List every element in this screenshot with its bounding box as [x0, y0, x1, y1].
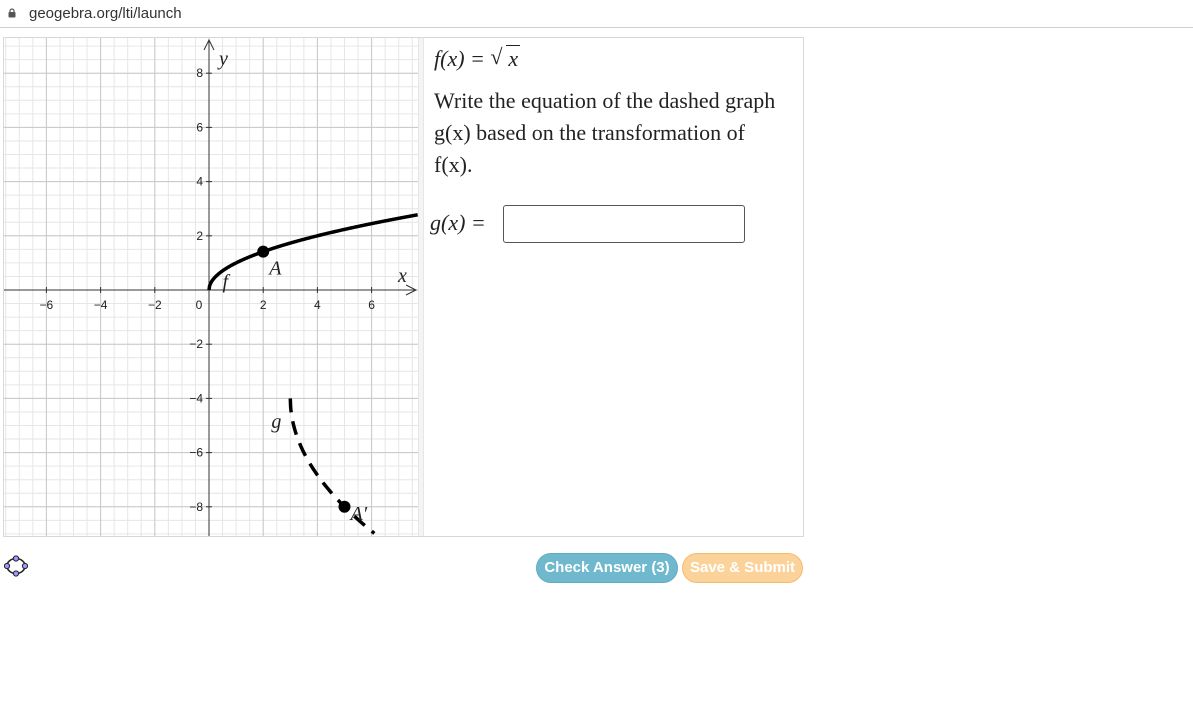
curve-f — [207, 213, 418, 291]
point-a-label: A — [267, 258, 282, 280]
browser-url-bar[interactable]: geogebra.org/lti/launch — [0, 0, 1193, 28]
g-lhs-text: g(x) = — [430, 210, 486, 235]
check-answer-button[interactable]: Check Answer (3) — [536, 553, 678, 583]
question-prompt: Write the equation of the dashed graph g… — [434, 88, 776, 177]
y-tick-label: 8 — [196, 66, 203, 80]
y-tick-label: −4 — [189, 391, 203, 405]
radical-sign: √ — [490, 44, 503, 69]
x-tick-label: 4 — [314, 298, 321, 312]
g-lhs: g(x) = — [430, 210, 486, 236]
point-a-prime — [338, 500, 351, 513]
x-tick-label: 2 — [260, 298, 267, 312]
geogebra-applet: −6 −4 −2 0 2 4 6 8 6 4 2 −2 −4 −6 −8 x y A A′ f g f(x) = √ x … — [3, 37, 804, 537]
y-tick-label: −2 — [189, 337, 203, 351]
function-definition: f(x) = √ x — [434, 44, 521, 72]
y-tick-label: 6 — [196, 120, 203, 134]
x-tick-label: −4 — [94, 298, 108, 312]
y-tick-label: −8 — [189, 500, 203, 514]
y-tick-label: 4 — [196, 175, 203, 189]
x-tick-label: −2 — [148, 298, 162, 312]
lock-icon — [8, 8, 16, 18]
x-tick-label: −6 — [40, 298, 54, 312]
question-panel: f(x) = √ x Write the equation of the dash… — [424, 38, 803, 536]
y-tick-label: −6 — [189, 446, 203, 460]
graph-canvas[interactable]: −6 −4 −2 0 2 4 68642−2−4−6−8xyAA′fg — [4, 38, 418, 536]
graphics-view[interactable]: −6 −4 −2 0 2 4 6 8 6 4 2 −2 −4 −6 −8 x y A A′ f g — [4, 38, 418, 536]
x-tick-label: 0 — [196, 298, 203, 312]
x-axis-label: x — [397, 265, 407, 287]
sqrt-expression: √ x — [490, 44, 521, 72]
y-tick-label: 2 — [196, 229, 203, 243]
f-lhs: f(x) = — [434, 46, 485, 71]
radicand: x — [506, 45, 521, 71]
answer-input[interactable] — [503, 205, 745, 243]
x-tick-label: 6 — [368, 298, 375, 312]
geogebra-logo-icon[interactable] — [4, 554, 28, 578]
y-axis-label: y — [217, 48, 228, 70]
curve-g-label: g — [271, 411, 281, 433]
point-a-prime-label: A′ — [349, 503, 368, 525]
url-text: geogebra.org/lti/launch — [29, 5, 182, 22]
save-submit-button[interactable]: Save & Submit — [682, 553, 803, 583]
point-a — [257, 245, 270, 258]
